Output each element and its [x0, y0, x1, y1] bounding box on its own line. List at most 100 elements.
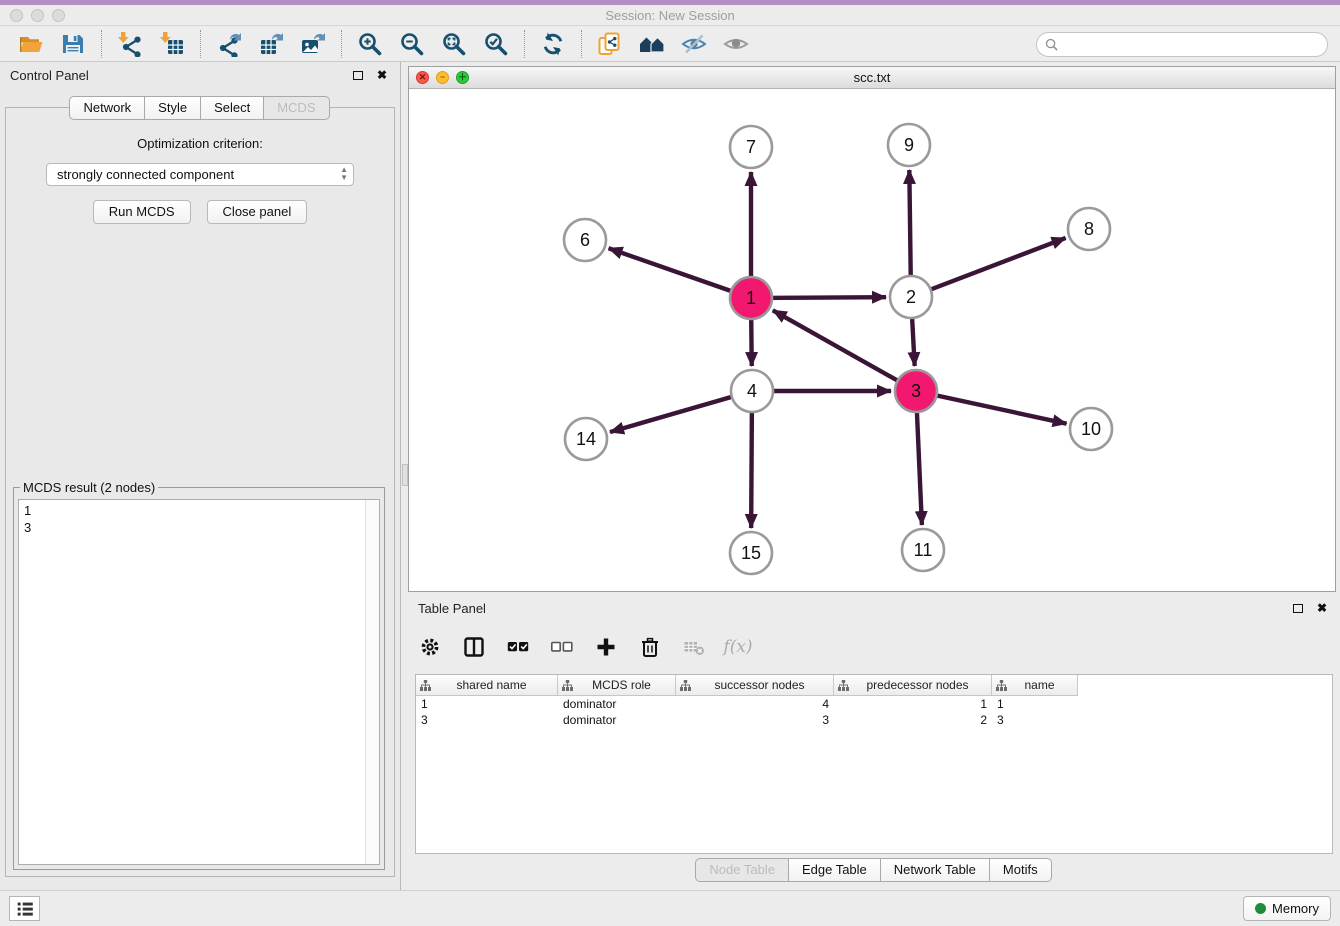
- toolbar-separator: [581, 30, 582, 58]
- control-panel-tabs: NetworkStyleSelectMCDS: [0, 96, 400, 120]
- node-1[interactable]: 1: [730, 277, 772, 319]
- table-cell[interactable]: 2: [834, 712, 992, 728]
- export-image-icon[interactable]: [299, 30, 327, 58]
- tab-edge-table[interactable]: Edge Table: [788, 858, 881, 882]
- column-header-MCDS-role[interactable]: MCDS role: [558, 675, 676, 695]
- float-table-panel-icon[interactable]: [1290, 600, 1306, 616]
- svg-text:9: 9: [904, 135, 914, 155]
- tab-motifs[interactable]: Motifs: [989, 858, 1052, 882]
- copy-network-view-icon[interactable]: [596, 30, 624, 58]
- table-cell[interactable]: 1: [834, 696, 992, 712]
- node-9[interactable]: 9: [888, 124, 930, 166]
- panel-divider[interactable]: [400, 62, 408, 890]
- table-header-row: shared nameMCDS rolesuccessor nodesprede…: [416, 675, 1078, 696]
- run-mcds-button[interactable]: Run MCDS: [93, 200, 191, 224]
- app-titlebar: Session: New Session: [0, 5, 1340, 26]
- memory-button[interactable]: Memory: [1243, 896, 1331, 921]
- zoom-out-icon[interactable]: [398, 30, 426, 58]
- float-panel-icon[interactable]: [350, 67, 366, 83]
- table-cell[interactable]: 3: [992, 712, 1078, 728]
- close-panel-icon[interactable]: ✖: [374, 67, 390, 83]
- hide-selected-eye-slash-icon[interactable]: [680, 30, 708, 58]
- result-line: 1: [24, 502, 361, 519]
- tab-style[interactable]: Style: [144, 96, 201, 120]
- node-table[interactable]: shared nameMCDS rolesuccessor nodesprede…: [415, 674, 1333, 854]
- export-table-icon[interactable]: [257, 30, 285, 58]
- column-header-predecessor-nodes[interactable]: predecessor nodes: [834, 675, 992, 695]
- main-toolbar: [0, 27, 1340, 62]
- select-all-rows-icon[interactable]: [506, 635, 530, 659]
- column-header-successor-nodes[interactable]: successor nodes: [676, 675, 834, 695]
- node-7[interactable]: 7: [730, 126, 772, 168]
- edge-3-10[interactable]: [916, 391, 1067, 424]
- column-header-shared-name[interactable]: shared name: [416, 675, 558, 695]
- edge-2-8[interactable]: [911, 238, 1066, 297]
- tab-network-table[interactable]: Network Table: [880, 858, 990, 882]
- delete-column-trash-icon[interactable]: [638, 635, 662, 659]
- svg-text:14: 14: [576, 429, 596, 449]
- search-input[interactable]: [1063, 35, 1327, 55]
- optimization-criterion-label: Optimization criterion:: [6, 136, 394, 151]
- node-8[interactable]: 8: [1068, 208, 1110, 250]
- result-scrollbar[interactable]: [365, 500, 379, 864]
- deselect-all-rows-icon[interactable]: [550, 635, 574, 659]
- import-table-icon[interactable]: [158, 30, 186, 58]
- node-15[interactable]: 15: [730, 532, 772, 574]
- toolbar-separator: [101, 30, 102, 58]
- network-canvas[interactable]: 1 2 3 4 6 7 8 9 10 11 14 15: [409, 89, 1335, 591]
- close-table-panel-icon[interactable]: ✖: [1314, 600, 1330, 616]
- close-panel-button[interactable]: Close panel: [207, 200, 308, 224]
- svg-text:4: 4: [747, 381, 757, 401]
- edge-1-6[interactable]: [609, 248, 751, 298]
- network-window-titlebar[interactable]: ✕ − ＋ scc.txt: [409, 67, 1335, 89]
- column-header-name[interactable]: name: [992, 675, 1078, 695]
- svg-text:2: 2: [906, 287, 916, 307]
- function-builder-icon: f(x): [726, 635, 750, 659]
- refresh-icon[interactable]: [539, 30, 567, 58]
- network-graph[interactable]: 1 2 3 4 6 7 8 9 10 11 14 15: [409, 89, 1335, 591]
- table-cell[interactable]: dominator: [558, 712, 676, 728]
- add-column-icon[interactable]: [594, 635, 618, 659]
- zoom-selected-icon[interactable]: [482, 30, 510, 58]
- show-columns-icon[interactable]: [462, 635, 486, 659]
- import-network-icon[interactable]: [116, 30, 144, 58]
- export-network-icon[interactable]: [215, 30, 243, 58]
- table-row[interactable]: 3dominator323: [416, 712, 1332, 728]
- houses-icon[interactable]: [638, 30, 666, 58]
- open-session-icon[interactable]: [17, 30, 45, 58]
- zoom-in-icon[interactable]: [356, 30, 384, 58]
- save-session-icon[interactable]: [59, 30, 87, 58]
- tab-select[interactable]: Select: [200, 96, 264, 120]
- task-history-button[interactable]: [9, 896, 40, 921]
- node-2[interactable]: 2: [890, 276, 932, 318]
- node-11[interactable]: 11: [902, 529, 944, 571]
- edge-3-1[interactable]: [773, 310, 916, 391]
- memory-status-dot-icon: [1255, 903, 1266, 914]
- tab-mcds[interactable]: MCDS: [263, 96, 329, 120]
- node-10[interactable]: 10: [1070, 408, 1112, 450]
- mcds-result-list[interactable]: 13: [18, 499, 380, 865]
- search-field[interactable]: [1036, 32, 1328, 57]
- table-cell[interactable]: 4: [676, 696, 834, 712]
- node-14[interactable]: 14: [565, 418, 607, 460]
- node-4[interactable]: 4: [731, 370, 773, 412]
- zoom-fit-icon[interactable]: [440, 30, 468, 58]
- criterion-select[interactable]: strongly connected component ▲▼: [46, 163, 354, 186]
- tab-node-table[interactable]: Node Table: [695, 858, 789, 882]
- table-cell[interactable]: 3: [416, 712, 558, 728]
- table-options-gear-icon[interactable]: [418, 635, 442, 659]
- table-cell[interactable]: dominator: [558, 696, 676, 712]
- table-cell[interactable]: 3: [676, 712, 834, 728]
- control-panel-title: Control Panel: [10, 68, 89, 83]
- node-6[interactable]: 6: [564, 219, 606, 261]
- table-cell[interactable]: 1: [416, 696, 558, 712]
- node-3[interactable]: 3: [895, 370, 937, 412]
- show-all-eye-icon[interactable]: [722, 30, 750, 58]
- mcds-result-group: MCDS result (2 nodes) 13: [13, 480, 385, 870]
- table-cell[interactable]: 1: [992, 696, 1078, 712]
- tab-network[interactable]: Network: [69, 96, 145, 120]
- search-icon: [1045, 38, 1058, 51]
- table-row[interactable]: 1dominator411: [416, 696, 1332, 712]
- select-stepper-icon: ▲▼: [340, 166, 348, 182]
- toolbar-separator: [200, 30, 201, 58]
